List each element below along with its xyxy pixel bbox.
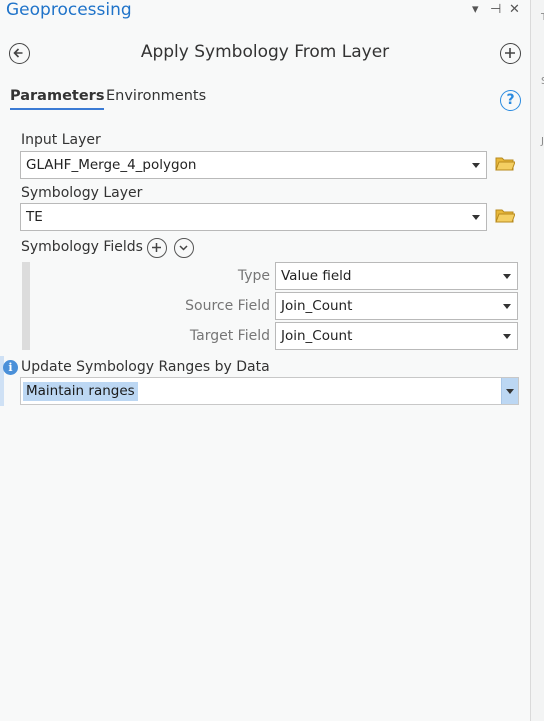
add-field-icon[interactable]	[147, 238, 167, 258]
input-layer-label: Input Layer	[21, 132, 101, 148]
type-dropdown[interactable]: Value field	[275, 262, 518, 290]
folder-icon[interactable]	[495, 156, 515, 171]
source-field-value: Join_Count	[281, 298, 353, 314]
target-field-dropdown[interactable]: Join_Count	[275, 322, 518, 350]
target-field-label: Target Field	[189, 328, 270, 344]
chevron-down-icon	[472, 163, 480, 168]
type-label: Type	[237, 268, 270, 284]
input-layer-value: GLAHF_Merge_4_polygon	[26, 157, 197, 173]
source-field-label: Source Field	[185, 298, 270, 314]
symbology-fields-label: Symbology Fields	[21, 239, 143, 255]
symbology-layer-value: TE	[26, 209, 43, 225]
target-field-value: Join_Count	[281, 328, 353, 344]
chevron-down-icon	[503, 304, 511, 309]
type-value: Value field	[281, 268, 352, 284]
symbology-layer-label: Symbology Layer	[21, 185, 143, 201]
dropdown-button[interactable]	[501, 378, 518, 404]
input-layer-dropdown[interactable]: GLAHF_Merge_4_polygon	[20, 151, 487, 179]
pin-icon[interactable]: ⊣	[490, 2, 501, 17]
update-ranges-dropdown[interactable]: Maintain ranges	[20, 377, 519, 405]
pane-title: Geoprocessing	[6, 0, 132, 20]
tool-title: Apply Symbology From Layer	[140, 42, 390, 62]
geoprocessing-pane: Geoprocessing ▾ ⊣ ✕ Apply Symbology From…	[0, 0, 530, 721]
info-icon[interactable]: i	[3, 360, 18, 375]
chevron-down-icon	[503, 334, 511, 339]
update-ranges-value: Maintain ranges	[23, 382, 138, 401]
folder-icon[interactable]	[495, 208, 515, 223]
pane-menu-dropdown[interactable]: ▾	[472, 2, 479, 17]
add-icon[interactable]	[500, 43, 521, 64]
source-field-dropdown[interactable]: Join_Count	[275, 292, 518, 320]
close-icon[interactable]: ✕	[509, 2, 520, 17]
tab-parameters[interactable]: Parameters	[10, 88, 105, 110]
chevron-down-icon	[506, 389, 514, 394]
update-ranges-label: Update Symbology Ranges by Data	[21, 359, 270, 375]
symbology-layer-dropdown[interactable]: TE	[20, 203, 487, 231]
chevron-down-icon[interactable]	[174, 238, 194, 258]
field-group-bar	[22, 262, 30, 350]
help-icon[interactable]: ?	[500, 90, 521, 111]
adjacent-pane-edge: T S J	[530, 0, 544, 721]
chevron-down-icon	[472, 215, 480, 220]
chevron-down-icon	[503, 274, 511, 279]
tab-environments[interactable]: Environments	[106, 88, 206, 104]
